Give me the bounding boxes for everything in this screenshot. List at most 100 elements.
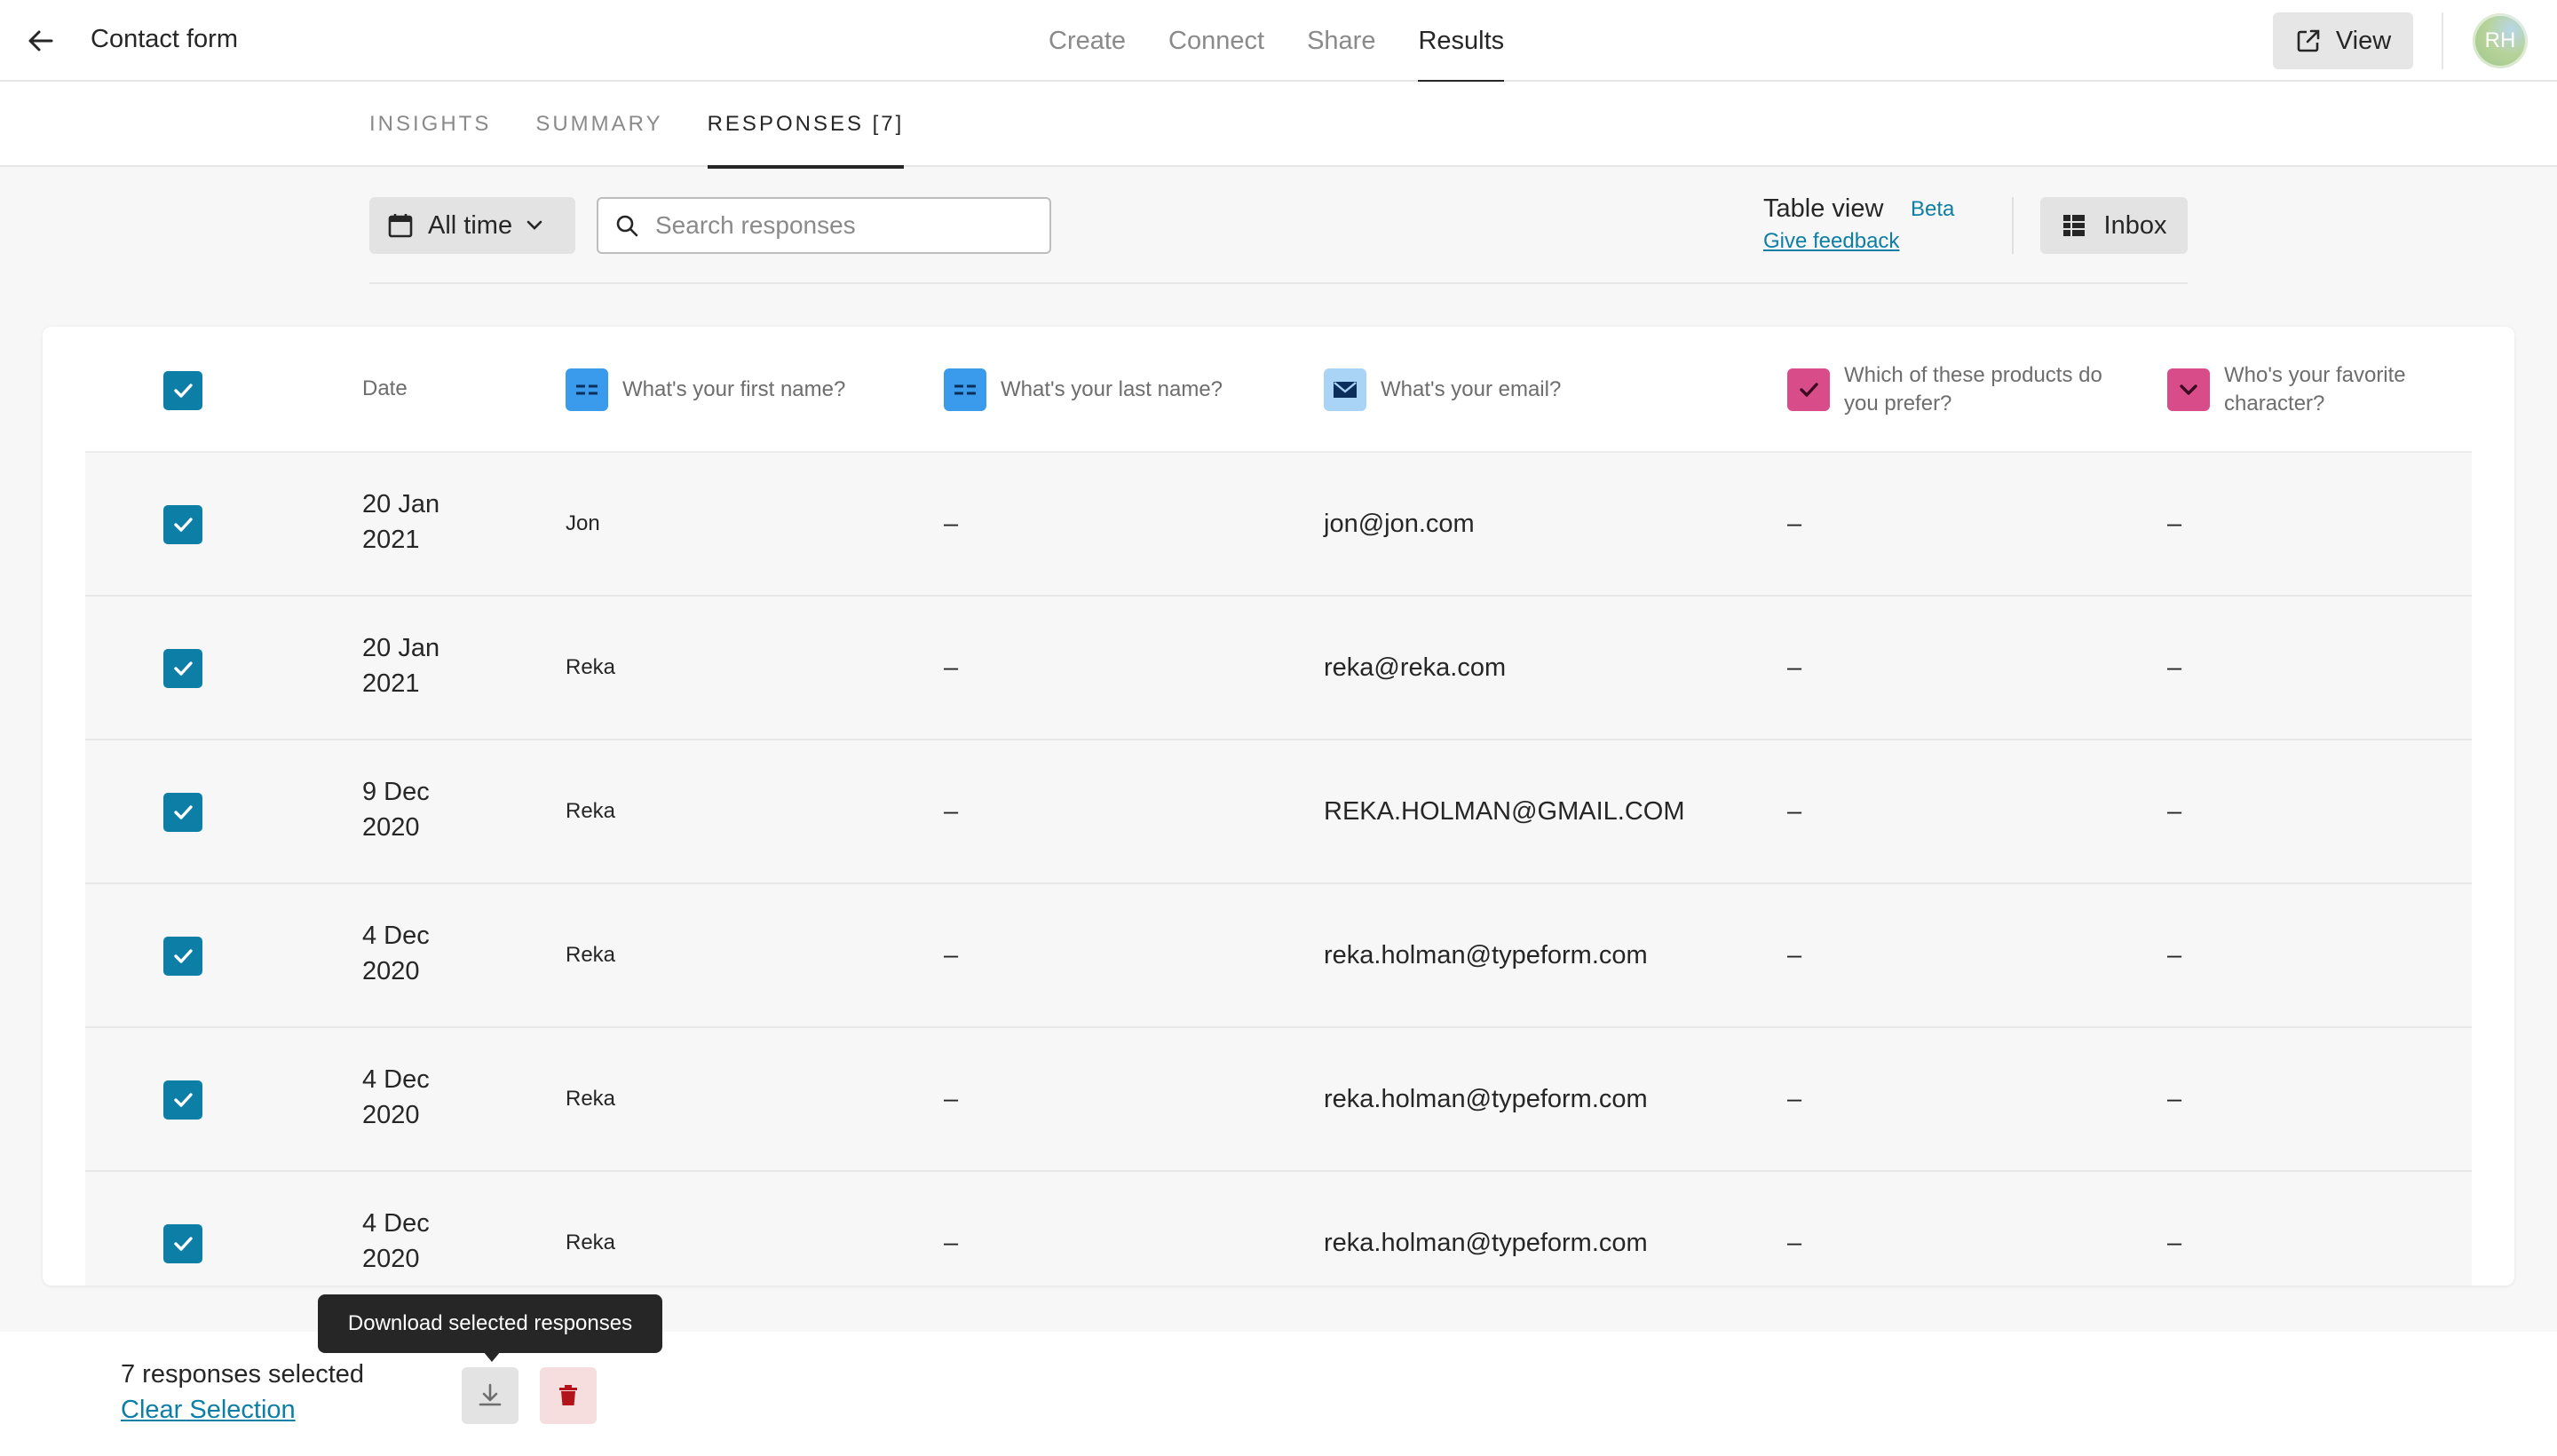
- table-header-row: Date What's your first name? What's your…: [85, 327, 2472, 453]
- checkmark-icon: [174, 518, 193, 532]
- beta-badge: Beta: [1911, 197, 1955, 221]
- row-checkbox[interactable]: [163, 937, 202, 976]
- column-label: What's your email?: [1381, 377, 1562, 401]
- character-cell: –: [2167, 1229, 2182, 1257]
- toolbar-divider-line: [369, 282, 2188, 284]
- checkmark-icon: [174, 384, 193, 398]
- date-cell: 20 Jan 2021: [362, 490, 440, 554]
- arrow-left-icon: [28, 30, 53, 51]
- main-nav: Create Connect Share Results: [1049, 0, 1547, 83]
- products-cell: –: [1787, 1229, 1802, 1257]
- table-row[interactable]: 4 Dec 2020 Reka – reka.holman@typeform.c…: [85, 884, 2472, 1028]
- character-cell: –: [2167, 510, 2182, 538]
- nav-results[interactable]: Results: [1418, 0, 1504, 83]
- short-text-icon: [944, 368, 986, 411]
- view-label: View: [2335, 26, 2392, 55]
- date-cell: 4 Dec 2020: [362, 1209, 430, 1273]
- search-input[interactable]: [653, 210, 1030, 241]
- multiple-choice-icon: [1787, 368, 1830, 411]
- column-label: What's your last name?: [1001, 377, 1223, 401]
- tab-insights[interactable]: INSIGHTS: [369, 82, 491, 167]
- character-cell: –: [2167, 941, 2182, 969]
- search-box: [597, 197, 1051, 254]
- last-name-cell: –: [944, 510, 959, 538]
- table-row[interactable]: 9 Dec 2020 Reka – REKA.HOLMAN@GMAIL.COM …: [85, 740, 2472, 884]
- first-name-cell: Reka: [566, 943, 616, 967]
- email-cell: REKA.HOLMAN@GMAIL.COM: [1324, 797, 1685, 826]
- tab-responses[interactable]: RESPONSES [7]: [707, 82, 905, 169]
- date-filter-dropdown[interactable]: All time: [369, 197, 575, 254]
- products-cell: –: [1787, 797, 1802, 826]
- view-button[interactable]: View: [2273, 12, 2413, 69]
- calendar-icon: [388, 214, 413, 238]
- first-name-cell: Reka: [566, 1087, 616, 1111]
- table-row[interactable]: 20 Jan 2021 Reka – reka@reka.com – –: [85, 597, 2472, 740]
- products-cell: –: [1787, 1085, 1802, 1113]
- download-icon: [479, 1383, 502, 1406]
- header-divider: [2442, 12, 2443, 69]
- delete-button[interactable]: [540, 1367, 597, 1424]
- date-cell: 20 Jan 2021: [362, 634, 440, 698]
- search-icon: [616, 215, 638, 237]
- dropdown-icon: [2167, 368, 2210, 411]
- email-cell: reka.holman@typeform.com: [1324, 941, 1648, 969]
- form-title: Contact form: [91, 25, 238, 53]
- column-header-first-name[interactable]: What's your first name?: [566, 327, 845, 453]
- table-view-label: Table view: [1763, 194, 1884, 223]
- table-row[interactable]: 20 Jan 2021 Jon – jon@jon.com – –: [85, 453, 2472, 597]
- row-checkbox[interactable]: [163, 505, 202, 544]
- inbox-label: Inbox: [2103, 210, 2167, 240]
- email-cell: jon@jon.com: [1324, 510, 1475, 538]
- first-name-cell: Jon: [566, 511, 600, 535]
- character-cell: –: [2167, 1085, 2182, 1113]
- sub-tabs: INSIGHTS SUMMARY RESPONSES [7]: [369, 82, 948, 169]
- nav-share[interactable]: Share: [1307, 0, 1375, 82]
- nav-create[interactable]: Create: [1049, 0, 1126, 82]
- clear-selection-link[interactable]: Clear Selection: [121, 1396, 296, 1425]
- checkmark-icon: [174, 661, 193, 676]
- nav-connect[interactable]: Connect: [1168, 0, 1264, 82]
- select-all-checkbox[interactable]: [163, 371, 202, 410]
- column-label: What's your first name?: [622, 377, 846, 401]
- give-feedback-link[interactable]: Give feedback: [1763, 229, 1899, 254]
- products-cell: –: [1787, 653, 1802, 682]
- checkmark-icon: [174, 1093, 193, 1107]
- character-cell: –: [2167, 653, 2182, 682]
- email-cell: reka@reka.com: [1324, 653, 1507, 682]
- last-name-cell: –: [944, 797, 959, 826]
- column-label: Who's your favorite character?: [2224, 363, 2406, 415]
- avatar[interactable]: RH: [2473, 13, 2528, 68]
- table-row[interactable]: 4 Dec 2020 Reka – reka.holman@typeform.c…: [85, 1028, 2472, 1172]
- column-header-last-name[interactable]: What's your last name?: [944, 327, 1223, 453]
- inbox-view-button[interactable]: Inbox: [2040, 197, 2188, 254]
- column-header-character[interactable]: Who's your favorite character?: [2167, 327, 2455, 453]
- column-header-products[interactable]: Which of these products do you prefer?: [1787, 327, 2110, 453]
- top-header: Contact form Create Connect Share Result…: [0, 0, 2557, 83]
- tooltip-arrow: [483, 1351, 501, 1362]
- email-cell: reka.holman@typeform.com: [1324, 1229, 1648, 1257]
- last-name-cell: –: [944, 1085, 959, 1113]
- toolbar-divider: [2012, 197, 2014, 254]
- last-name-cell: –: [944, 941, 959, 969]
- short-text-icon: [566, 368, 608, 411]
- email-icon: [1324, 368, 1366, 411]
- download-button[interactable]: [462, 1367, 519, 1424]
- checkmark-icon: [174, 805, 193, 819]
- checkmark-icon: [174, 949, 193, 963]
- row-checkbox[interactable]: [163, 1224, 202, 1263]
- column-header-email[interactable]: What's your email?: [1324, 327, 1561, 453]
- products-cell: –: [1787, 510, 1802, 538]
- back-button[interactable]: [23, 23, 59, 59]
- first-name-cell: Reka: [566, 799, 616, 823]
- row-checkbox[interactable]: [163, 793, 202, 832]
- table-row[interactable]: 4 Dec 2020 Reka – reka.holman@typeform.c…: [85, 1172, 2472, 1286]
- column-header-date: Date: [362, 376, 408, 400]
- external-link-icon: [2297, 29, 2320, 52]
- tab-summary[interactable]: SUMMARY: [535, 82, 662, 167]
- date-cell: 4 Dec 2020: [362, 1065, 430, 1129]
- email-cell: reka.holman@typeform.com: [1324, 1085, 1648, 1113]
- row-checkbox[interactable]: [163, 1080, 202, 1120]
- row-checkbox[interactable]: [163, 649, 202, 688]
- character-cell: –: [2167, 797, 2182, 826]
- date-cell: 9 Dec 2020: [362, 778, 430, 842]
